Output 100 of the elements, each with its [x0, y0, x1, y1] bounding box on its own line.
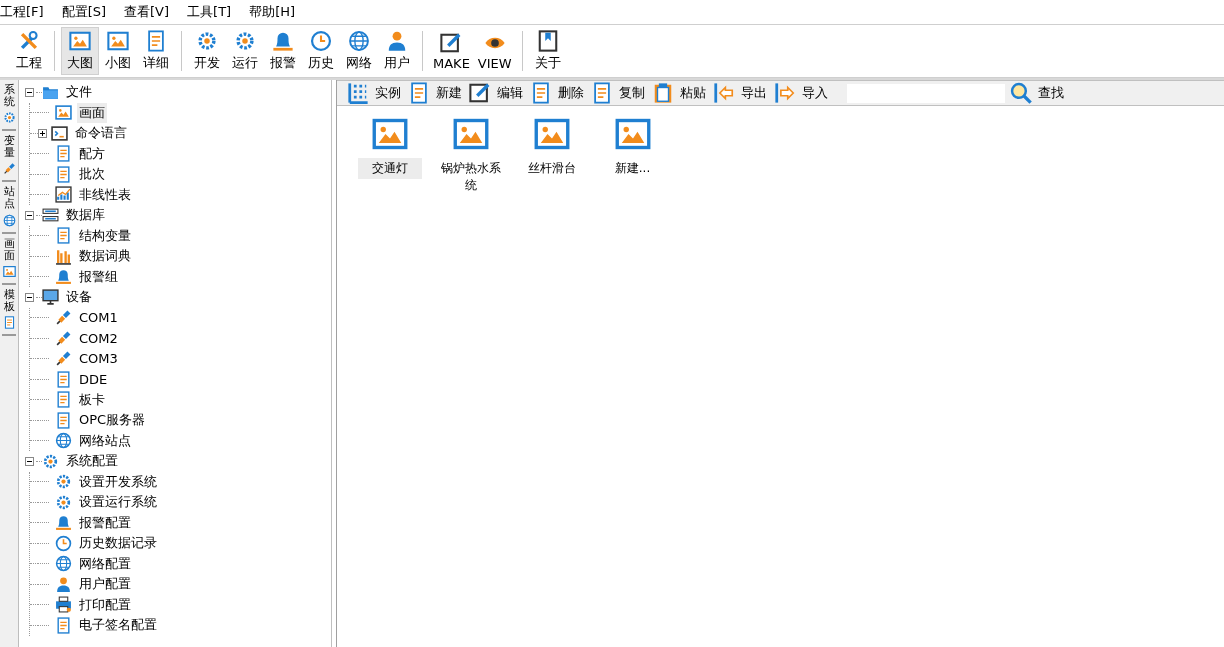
document-icon [55, 145, 72, 163]
toolbar-button[interactable]: 导入 [774, 82, 830, 104]
toolbar-button[interactable]: VIEW [473, 27, 516, 75]
tree-item[interactable]: COM1 [77, 309, 120, 327]
file-item[interactable]: 交通灯 [357, 158, 422, 179]
toolbar-button[interactable]: 粘贴 [652, 82, 708, 104]
toolbar-button[interactable]: 工程 [10, 27, 48, 75]
side-tab[interactable]: 变量 [2, 131, 16, 183]
expand-toggle[interactable] [38, 128, 49, 138]
document-icon [2, 315, 16, 329]
side-tab[interactable]: 画面 [2, 233, 16, 285]
toolbar-button[interactable]: 开发 [188, 27, 226, 75]
gear-icon [42, 452, 59, 470]
picture-icon [533, 116, 570, 152]
toolbar-button[interactable]: 新建 [408, 82, 464, 104]
picture-icon [69, 30, 91, 52]
collapse-toggle[interactable] [25, 456, 36, 466]
tree-item[interactable]: 网络站点 [77, 430, 133, 451]
menu-item[interactable]: 工具[T] [187, 3, 238, 21]
tree-item[interactable]: 文件 [64, 82, 94, 103]
tree-item[interactable]: OPC服务器 [77, 410, 148, 431]
bars-icon [55, 247, 72, 265]
picture-icon [614, 116, 651, 152]
arrow-right-icon [774, 82, 796, 104]
tree-item[interactable]: COM3 [77, 350, 120, 368]
document-icon [55, 616, 72, 634]
pencil-icon [469, 82, 491, 104]
menu-item[interactable]: 帮助[H] [249, 3, 302, 21]
document-icon [55, 227, 72, 245]
globe-icon [2, 213, 16, 227]
toolbar-button[interactable]: 实例 [347, 82, 403, 104]
toolbar-button[interactable]: 导出 [713, 82, 769, 104]
menu-item[interactable]: 查看[V] [124, 3, 176, 21]
toolbar-button[interactable]: MAKE [429, 27, 474, 75]
tree-item[interactable]: 系统配置 [64, 451, 120, 472]
monitor-icon [42, 288, 59, 306]
toolbar-button[interactable]: 运行 [226, 27, 264, 75]
document-icon [55, 411, 72, 429]
tree-item[interactable]: 板卡 [77, 389, 107, 410]
toolbar-button[interactable]: 网络 [340, 27, 378, 75]
document-icon [591, 82, 613, 104]
toolbar-button[interactable]: 删除 [530, 82, 586, 104]
clipboard-icon [652, 82, 674, 104]
tree-item[interactable]: 非线性表 [77, 184, 133, 205]
bell-icon [272, 30, 294, 52]
globe-icon [55, 555, 72, 573]
toolbar-button[interactable]: 用户 [378, 27, 416, 75]
tree-item[interactable]: 配方 [77, 143, 107, 164]
toolbar-button[interactable]: 关于 [528, 27, 567, 75]
document-icon [408, 82, 430, 104]
tree-item[interactable]: 电子签名配置 [77, 615, 159, 636]
tree-item[interactable]: COM2 [77, 329, 120, 347]
tree-item[interactable]: 网络配置 [77, 553, 133, 574]
tree-item[interactable]: 画面 [77, 102, 107, 123]
collapse-toggle[interactable] [25, 87, 36, 97]
tree-item[interactable]: 设置开发系统 [77, 471, 159, 492]
tree-item[interactable]: 用户配置 [77, 574, 133, 595]
plug-icon [55, 329, 72, 347]
tree-item[interactable]: 批次 [77, 164, 107, 185]
gear-icon [196, 30, 218, 52]
menu-item[interactable]: 配置[S] [61, 3, 113, 21]
pencil-icon [440, 31, 463, 54]
tree-item[interactable]: 命令语言 [73, 123, 129, 144]
toolbar-button[interactable]: 报警 [264, 27, 302, 75]
toolbar-button[interactable]: 复制 [591, 82, 647, 104]
collapse-toggle[interactable] [25, 292, 36, 302]
collapse-toggle[interactable] [25, 210, 36, 220]
side-tab[interactable]: 模板 [2, 284, 16, 336]
tree-item[interactable]: 报警配置 [77, 512, 133, 533]
document-icon [530, 82, 552, 104]
search-button[interactable]: 查找 [1010, 82, 1066, 104]
tree-item[interactable]: 结构变量 [77, 225, 133, 246]
gear-icon [2, 111, 16, 125]
toolbar-button[interactable]: 大图 [61, 27, 99, 75]
file-item[interactable]: 新建... [600, 158, 665, 179]
file-item[interactable]: 丝杆滑台 [519, 158, 584, 179]
clock-icon [55, 534, 72, 552]
side-tab[interactable]: 站点 [2, 182, 16, 234]
side-tab[interactable]: 系统 [2, 80, 16, 132]
printer-icon [55, 596, 72, 614]
tree-item[interactable]: 数据词典 [77, 246, 133, 267]
toolbar-button[interactable]: 详细 [137, 27, 175, 75]
tree-item[interactable]: 报警组 [77, 266, 120, 287]
person-icon [55, 575, 72, 593]
tree-item[interactable]: 打印配置 [77, 594, 133, 615]
tree-item[interactable]: 数据库 [64, 205, 107, 226]
tree-item[interactable]: 设备 [64, 287, 94, 308]
toolbar-button[interactable]: 编辑 [469, 82, 525, 104]
toolbar-button[interactable]: 小图 [99, 27, 137, 75]
chart-icon [55, 186, 72, 204]
bell-icon [55, 268, 72, 286]
tree-item[interactable]: DDE [77, 370, 110, 388]
toolbar-button[interactable]: 历史 [302, 27, 340, 75]
menu-item[interactable]: 工程[F] [0, 3, 50, 21]
person-icon [386, 30, 408, 52]
picture-icon [55, 104, 72, 122]
tree-item[interactable]: 设置运行系统 [77, 492, 159, 513]
clock-icon [310, 30, 332, 52]
tree-item[interactable]: 历史数据记录 [77, 533, 159, 554]
file-item[interactable]: 锅炉热水系统 [438, 158, 503, 196]
